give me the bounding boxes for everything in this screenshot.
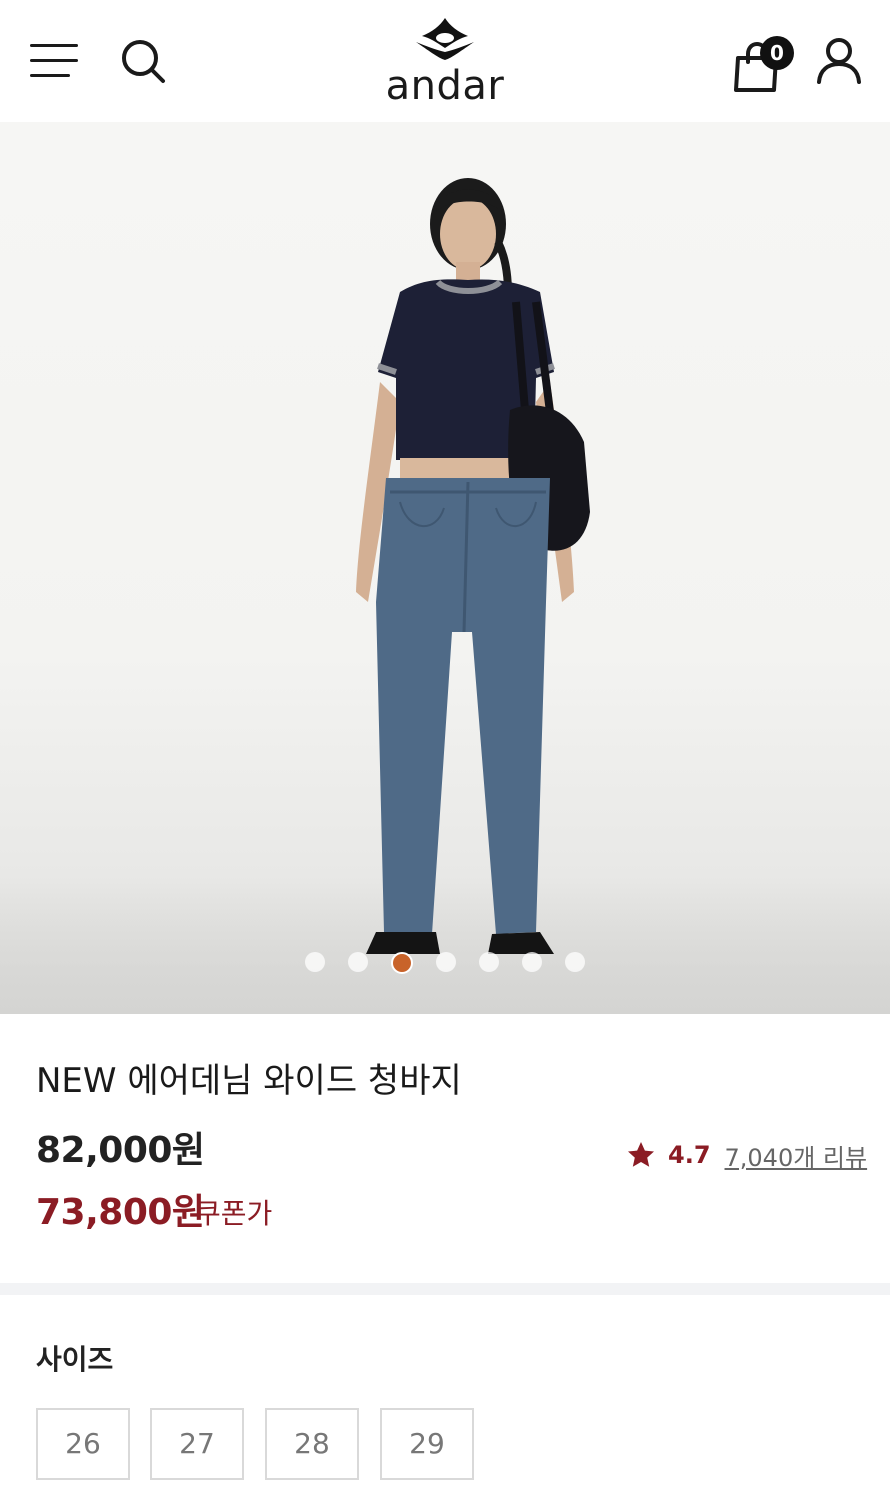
carousel-dot[interactable] — [305, 952, 325, 972]
coupon-price: 73,800원 — [36, 1192, 205, 1233]
brand-logo-text: andar — [385, 63, 505, 109]
star-icon — [628, 1142, 654, 1167]
rating-value: 4.7 — [668, 1141, 711, 1169]
size-option[interactable]: 27 — [150, 1408, 244, 1480]
coupon-price-label: 쿠폰가 — [195, 1197, 273, 1230]
search-icon[interactable] — [118, 36, 168, 86]
user-account-icon[interactable] — [814, 36, 864, 86]
top-header: andar 0 — [0, 0, 890, 122]
carousel-dot-active[interactable] — [391, 952, 413, 974]
size-section-title: 사이즈 — [36, 1343, 114, 1376]
carousel-dot[interactable] — [436, 952, 456, 972]
size-option[interactable]: 29 — [380, 1408, 474, 1480]
cart-button[interactable]: 0 — [732, 36, 796, 92]
carousel-dot[interactable] — [565, 952, 585, 972]
cart-count-badge: 0 — [760, 36, 794, 70]
section-divider — [0, 1283, 890, 1295]
product-image-carousel[interactable] — [0, 122, 890, 1014]
logo-mark-icon — [416, 18, 474, 60]
hamburger-menu-icon[interactable] — [30, 40, 78, 80]
original-price: 82,000원 — [36, 1130, 205, 1171]
size-option[interactable]: 26 — [36, 1408, 130, 1480]
size-option[interactable]: 28 — [265, 1408, 359, 1480]
carousel-dot[interactable] — [479, 952, 499, 972]
rating-summary: 4.7 7,040개 리뷰 — [626, 1136, 867, 1174]
product-model-photo — [356, 178, 590, 954]
carousel-pagination — [0, 952, 890, 974]
carousel-dot[interactable] — [348, 952, 368, 972]
carousel-dot[interactable] — [522, 952, 542, 972]
product-title: NEW 에어데님 와이드 청바지 — [36, 1061, 462, 1101]
brand-logo[interactable]: andar — [380, 14, 510, 108]
review-count-link[interactable]: 7,040개 리뷰 — [725, 1138, 868, 1173]
